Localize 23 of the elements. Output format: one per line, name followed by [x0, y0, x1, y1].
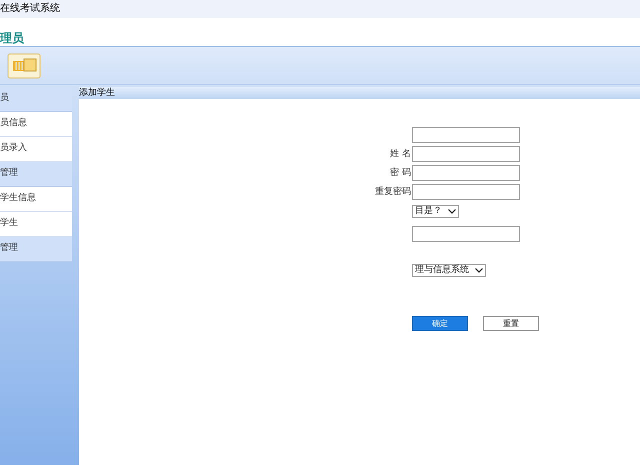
confirm-button[interactable]: 确定: [412, 316, 468, 331]
window-title: 在线考试系统: [0, 4, 60, 14]
input-field[interactable]: [412, 165, 520, 181]
sidebar-item[interactable]: 员录入: [0, 137, 72, 162]
input-field[interactable]: [412, 184, 520, 200]
sidebar-item[interactable]: 员信息: [0, 112, 72, 137]
input-field[interactable]: [412, 146, 520, 162]
chevron-down-icon: [475, 268, 483, 272]
input-field[interactable]: [412, 127, 520, 143]
header-title: 理员: [0, 32, 24, 44]
field-label: 密 码: [390, 168, 411, 178]
select-field[interactable]: 目是？: [412, 204, 459, 218]
sidebar-section[interactable]: 管理: [0, 237, 72, 262]
sidebar-item[interactable]: 学生信息: [0, 187, 72, 212]
reset-button[interactable]: 重置: [483, 316, 539, 331]
sidebar-item[interactable]: 学生: [0, 212, 72, 237]
select-field[interactable]: 理与信息系统: [412, 264, 486, 276]
sidebar-section[interactable]: 管理: [0, 162, 72, 187]
panel-title: 添加学生: [79, 88, 115, 98]
field-label: 重复密码: [375, 188, 411, 196]
input-field[interactable]: [412, 226, 520, 242]
chevron-down-icon: [448, 208, 456, 214]
field-label: 姓 名: [390, 150, 411, 158]
